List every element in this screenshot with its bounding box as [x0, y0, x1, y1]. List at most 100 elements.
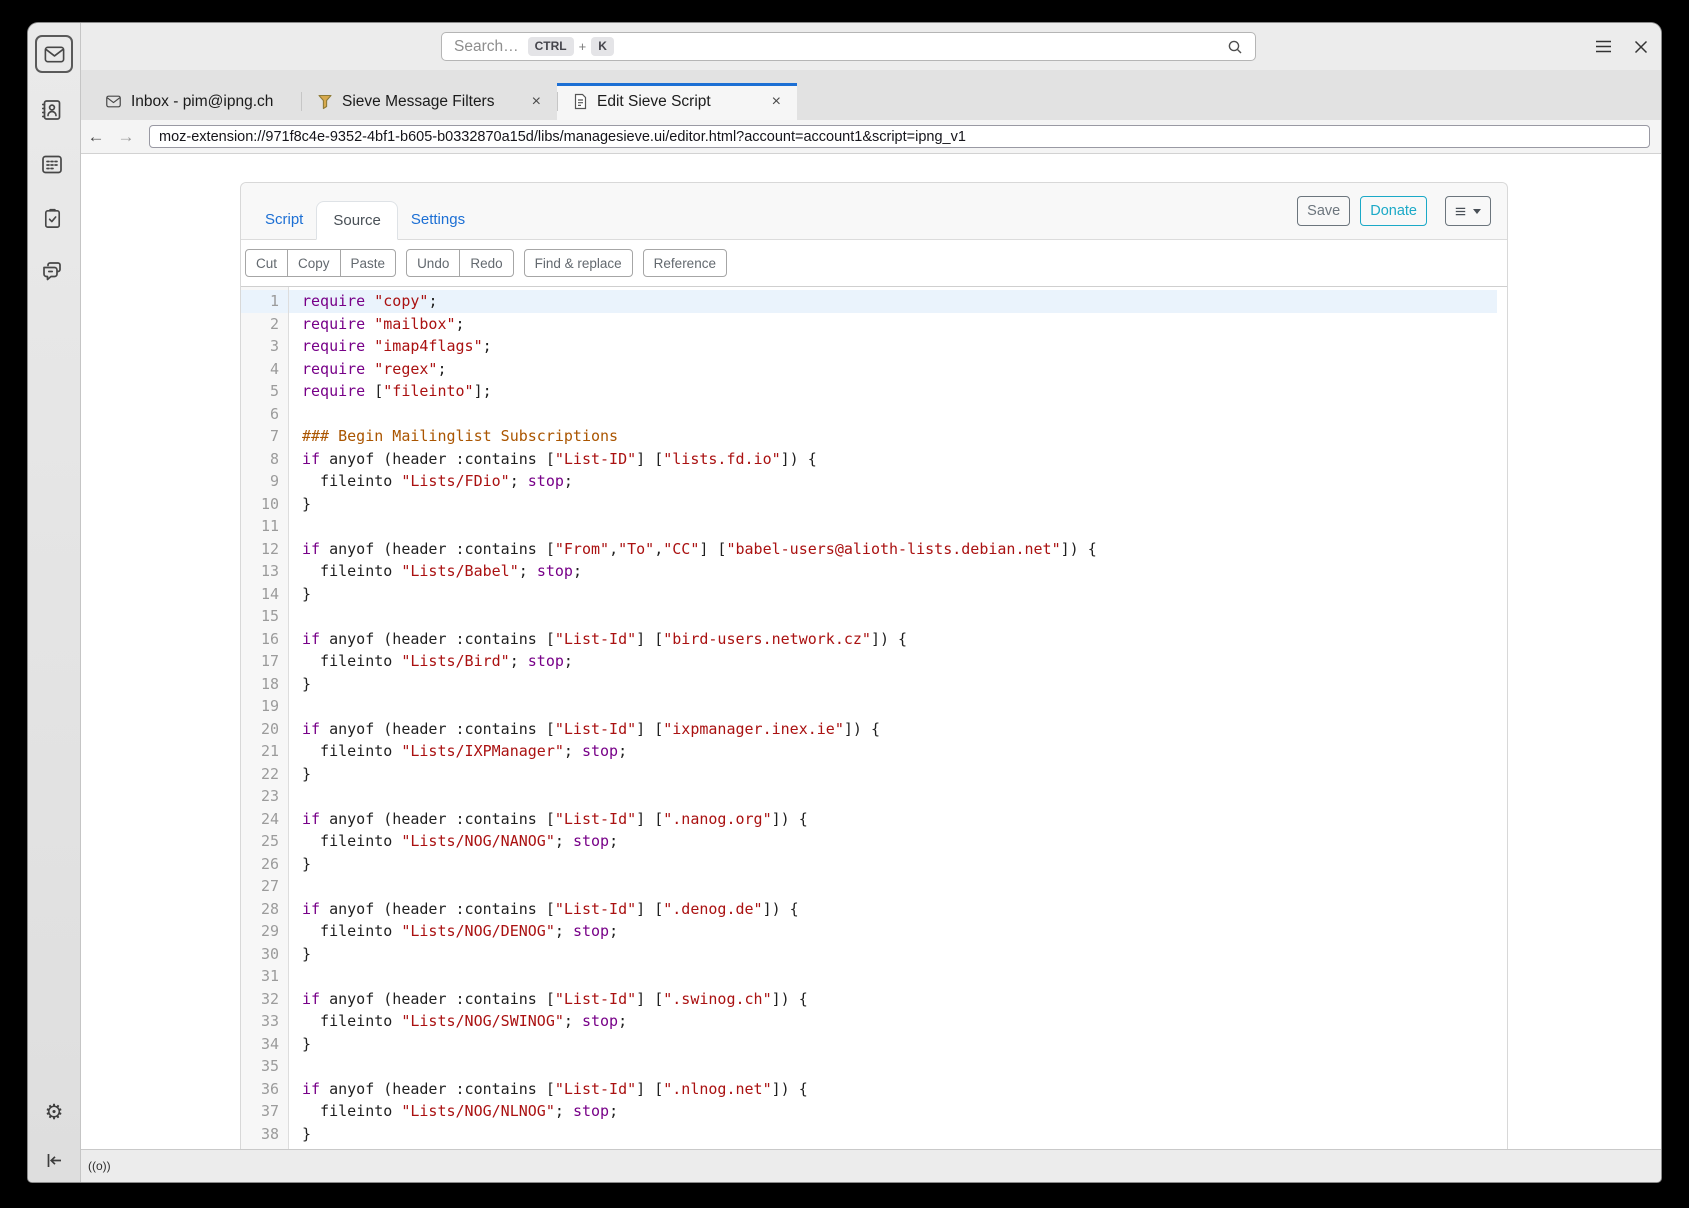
tab-close-icon[interactable]: ×: [752, 94, 781, 110]
code-text: fileinto "Lists/NOG/NLNOG"; stop;: [288, 1100, 618, 1123]
code-line[interactable]: 12if anyof (header :contains ["From","To…: [241, 538, 1497, 561]
calendar-icon: [40, 152, 64, 176]
code-line[interactable]: 30}: [241, 943, 1497, 966]
reference-button[interactable]: Reference: [643, 249, 727, 277]
code-line[interactable]: 3require "imap4flags";: [241, 335, 1497, 358]
line-number: 19: [241, 695, 288, 718]
code-line[interactable]: 9 fileinto "Lists/FDio"; stop;: [241, 470, 1497, 493]
code-line[interactable]: 6: [241, 403, 1497, 426]
code-text: fileinto "Lists/Bird"; stop;: [288, 650, 573, 673]
paste-button[interactable]: Paste: [340, 249, 397, 277]
code-line[interactable]: 11: [241, 515, 1497, 538]
redo-button[interactable]: Redo: [459, 249, 513, 277]
url-input[interactable]: [149, 125, 1650, 148]
sidebar-item-calendar[interactable]: [35, 147, 69, 181]
code-line[interactable]: 27: [241, 875, 1497, 898]
funnel-icon: [317, 93, 333, 110]
tab-script[interactable]: Script: [252, 201, 316, 239]
tab-label: Inbox - pim@ipng.ch: [131, 93, 273, 111]
code-line[interactable]: 20if anyof (header :contains ["List-Id"]…: [241, 718, 1497, 741]
app-menu-button[interactable]: [1595, 40, 1612, 53]
search-placeholder: Search…: [454, 38, 519, 56]
code-line[interactable]: 26}: [241, 853, 1497, 876]
search-input[interactable]: Search… CTRL + K: [441, 32, 1256, 61]
code-line[interactable]: 24if anyof (header :contains ["List-Id"]…: [241, 808, 1497, 831]
tab-close-icon[interactable]: ×: [512, 94, 541, 110]
titlebar: Search… CTRL + K: [81, 23, 1661, 70]
tab-source[interactable]: Source: [316, 201, 398, 240]
code-line[interactable]: 34}: [241, 1033, 1497, 1056]
tab-inbox-pim-ipng-ch[interactable]: Inbox - pim@ipng.ch: [89, 83, 301, 120]
code-line[interactable]: 2require "mailbox";: [241, 313, 1497, 336]
line-number: 36: [241, 1078, 288, 1101]
code-line[interactable]: 37 fileinto "Lists/NOG/NLNOG"; stop;: [241, 1100, 1497, 1123]
code-line[interactable]: 13 fileinto "Lists/Babel"; stop;: [241, 560, 1497, 583]
cut-button[interactable]: Cut: [245, 249, 288, 277]
code-line[interactable]: 16if anyof (header :contains ["List-Id"]…: [241, 628, 1497, 651]
code-line[interactable]: 19: [241, 695, 1497, 718]
code-text: if anyof (header :contains ["List-ID"] […: [288, 448, 817, 471]
code-line[interactable]: 31: [241, 965, 1497, 988]
code-text: [288, 695, 302, 718]
code-line[interactable]: 21 fileinto "Lists/IXPManager"; stop;: [241, 740, 1497, 763]
code-line[interactable]: 29 fileinto "Lists/NOG/DENOG"; stop;: [241, 920, 1497, 943]
line-number: 39: [241, 1145, 288, 1149]
code-line[interactable]: 7### Begin Mailinglist Subscriptions: [241, 425, 1497, 448]
tab-sieve-message-filters[interactable]: Sieve Message Filters×: [301, 83, 557, 120]
ctrl-key-badge: CTRL: [528, 37, 574, 55]
code-line[interactable]: 18}: [241, 673, 1497, 696]
code-line[interactable]: 32if anyof (header :contains ["List-Id"]…: [241, 988, 1497, 1011]
line-number: 3: [241, 335, 288, 358]
code-line[interactable]: 28if anyof (header :contains ["List-Id"]…: [241, 898, 1497, 921]
code-line[interactable]: 39: [241, 1145, 1497, 1149]
code-line[interactable]: 5require ["fileinto"];: [241, 380, 1497, 403]
line-number: 38: [241, 1123, 288, 1146]
code-line[interactable]: 14}: [241, 583, 1497, 606]
code-text: require ["fileinto"];: [288, 380, 492, 403]
save-button[interactable]: Save: [1297, 196, 1350, 226]
online-status-icon[interactable]: ((o)): [88, 1159, 111, 1173]
tab-settings[interactable]: Settings: [398, 201, 478, 239]
code-line[interactable]: 10}: [241, 493, 1497, 516]
code-line[interactable]: 25 fileinto "Lists/NOG/NANOG"; stop;: [241, 830, 1497, 853]
code-line[interactable]: 35: [241, 1055, 1497, 1078]
code-line[interactable]: 33 fileinto "Lists/NOG/SWINOG"; stop;: [241, 1010, 1497, 1033]
code-text: ### Begin Mailinglist Subscriptions: [288, 425, 618, 448]
code-line[interactable]: 15: [241, 605, 1497, 628]
code-line[interactable]: 23: [241, 785, 1497, 808]
sidebar-item-chat[interactable]: [35, 255, 69, 289]
code-text: if anyof (header :contains ["List-Id"] […: [288, 718, 880, 741]
mail-icon: [43, 43, 66, 66]
line-number: 12: [241, 538, 288, 561]
sidebar-item-tasks[interactable]: [35, 201, 69, 235]
settings-gear-button[interactable]: ⚙: [45, 1102, 64, 1123]
window-close-button[interactable]: [1634, 40, 1648, 54]
nav-back-button[interactable]: ←: [81, 127, 111, 147]
code-line[interactable]: 36if anyof (header :contains ["List-Id"]…: [241, 1078, 1497, 1101]
code-text: }: [288, 493, 311, 516]
undo-button[interactable]: Undo: [406, 249, 460, 277]
code-editor[interactable]: 1require "copy";2require "mailbox";3requ…: [241, 286, 1507, 1149]
collapse-spaces-button[interactable]: [45, 1153, 64, 1168]
editor-menu-button[interactable]: [1445, 196, 1491, 226]
code-line[interactable]: 38}: [241, 1123, 1497, 1146]
tab-edit-sieve-script[interactable]: Edit Sieve Script ×: [557, 83, 797, 120]
code-line[interactable]: 1require "copy";: [241, 290, 1497, 313]
code-text: [288, 965, 302, 988]
code-line[interactable]: 22}: [241, 763, 1497, 786]
line-number: 23: [241, 785, 288, 808]
main-column: Search… CTRL + K Inbox -: [81, 23, 1661, 1182]
find-replace-button[interactable]: Find & replace: [524, 249, 633, 277]
nav-forward-button[interactable]: →: [111, 127, 141, 147]
code-line[interactable]: 4require "regex";: [241, 358, 1497, 381]
sidebar-item-address-book[interactable]: [35, 93, 69, 127]
sidebar-item-mail[interactable]: [35, 35, 73, 73]
collapse-arrow-icon: [45, 1153, 64, 1168]
code-line[interactable]: 8if anyof (header :contains ["List-ID"] …: [241, 448, 1497, 471]
donate-button[interactable]: Donate: [1360, 196, 1427, 226]
code-text: }: [288, 853, 311, 876]
copy-button[interactable]: Copy: [287, 249, 341, 277]
code-line[interactable]: 17 fileinto "Lists/Bird"; stop;: [241, 650, 1497, 673]
tab-label: Edit Sieve Script: [597, 93, 711, 111]
code-text: if anyof (header :contains ["List-Id"] […: [288, 898, 799, 921]
